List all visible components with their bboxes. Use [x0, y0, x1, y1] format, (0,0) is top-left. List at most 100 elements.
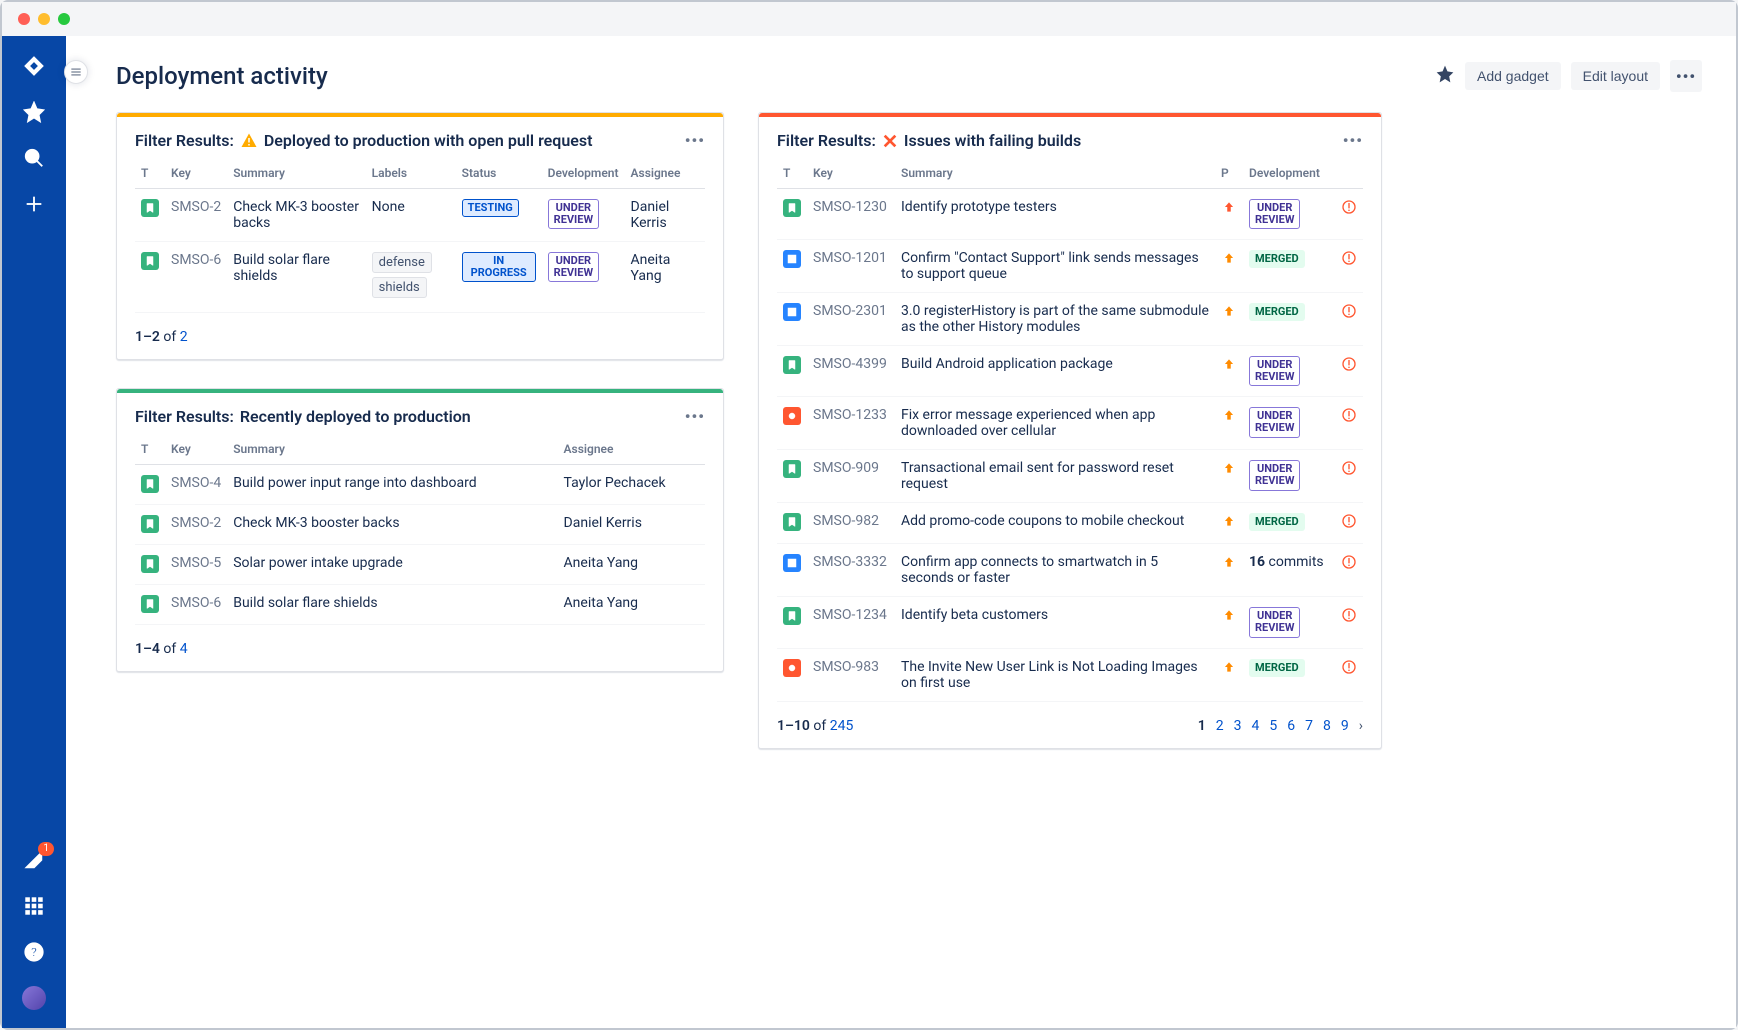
issue-summary[interactable]: Identify prototype testers: [895, 189, 1215, 240]
next-page-icon[interactable]: ›: [1359, 718, 1363, 734]
table-row[interactable]: SMSO-6 Build solar flare shields Aneita …: [135, 585, 705, 625]
issue-key[interactable]: SMSO-1230: [807, 189, 895, 240]
issue-summary[interactable]: Fix error message experienced when app d…: [895, 397, 1215, 450]
table-row[interactable]: SMSO-982 Add promo-code coupons to mobil…: [777, 503, 1363, 544]
issue-summary[interactable]: Confirm app connects to smartwatch in 5 …: [895, 544, 1215, 597]
issue-key[interactable]: SMSO-3332: [807, 544, 895, 597]
maximize-window-icon[interactable]: [58, 13, 70, 25]
page-number[interactable]: 3: [1234, 718, 1242, 734]
table-row[interactable]: SMSO-2 Check MK-3 booster backs Daniel K…: [135, 505, 705, 545]
table-row[interactable]: SMSO-4 Build power input range into dash…: [135, 465, 705, 505]
sidebar-collapse-button[interactable]: [64, 60, 88, 84]
priority-major-icon: [1221, 407, 1237, 423]
page-number[interactable]: 6: [1287, 718, 1295, 734]
issue-key[interactable]: SMSO-6: [165, 242, 227, 313]
table-row[interactable]: SMSO-6 Build solar flare shields defense…: [135, 242, 705, 313]
app-switcher-icon[interactable]: [22, 894, 46, 918]
issue-key[interactable]: SMSO-1234: [807, 597, 895, 648]
edit-layout-button[interactable]: Edit layout: [1571, 62, 1660, 90]
issue-key[interactable]: SMSO-1233: [807, 397, 895, 450]
more-actions-button[interactable]: •••: [1670, 60, 1702, 92]
col-key: Key: [165, 158, 227, 189]
issue-key[interactable]: SMSO-2: [165, 505, 227, 545]
panel-more-button[interactable]: •••: [685, 407, 705, 426]
issue-summary[interactable]: Add promo-code coupons to mobile checkou…: [895, 503, 1215, 544]
table-row[interactable]: SMSO-1230 Identify prototype testers UND…: [777, 189, 1363, 240]
issue-key[interactable]: SMSO-909: [807, 450, 895, 503]
story-type-icon: [783, 607, 801, 625]
col-summary: Summary: [227, 434, 557, 465]
issue-key[interactable]: SMSO-2301: [807, 293, 895, 346]
table-row[interactable]: SMSO-1234 Identify beta customers UNDERR…: [777, 597, 1363, 648]
page-number[interactable]: 5: [1269, 718, 1277, 734]
issue-summary[interactable]: Build solar flare shields: [227, 242, 365, 313]
panel-open-pull-requests: Filter Results: Deployed to production w…: [116, 112, 724, 360]
table-row[interactable]: SMSO-1201 Confirm "Contact Support" link…: [777, 240, 1363, 293]
issue-key[interactable]: SMSO-5: [165, 545, 227, 585]
label-chip[interactable]: defense: [372, 252, 432, 273]
issue-summary[interactable]: Confirm "Contact Support" link sends mes…: [895, 240, 1215, 293]
issue-key[interactable]: SMSO-1201: [807, 240, 895, 293]
search-icon[interactable]: [22, 146, 46, 170]
minimize-window-icon[interactable]: [38, 13, 50, 25]
panel-title-suffix: Issues with failing builds: [904, 131, 1081, 150]
page-number[interactable]: 1: [1198, 718, 1206, 734]
page-number[interactable]: 2: [1216, 718, 1224, 734]
issue-key[interactable]: SMSO-4399: [807, 346, 895, 397]
avatar[interactable]: [22, 986, 46, 1010]
table-row[interactable]: SMSO-983 The Invite New User Link is Not…: [777, 648, 1363, 701]
panel-more-button[interactable]: •••: [685, 131, 705, 150]
total-link[interactable]: 2: [180, 329, 188, 345]
table-row[interactable]: SMSO-1233 Fix error message experienced …: [777, 397, 1363, 450]
table-row[interactable]: SMSO-2301 3.0 registerHistory is part of…: [777, 293, 1363, 346]
help-icon[interactable]: ?: [22, 940, 46, 964]
notifications-icon[interactable]: [22, 848, 46, 872]
commits-count: 16 commits: [1249, 554, 1324, 570]
issue-summary[interactable]: Check MK-3 booster backs: [227, 189, 365, 242]
label-chip[interactable]: shields: [372, 277, 427, 298]
panel-recently-deployed: Filter Results: Recently deployed to pro…: [116, 388, 724, 672]
task-type-icon: [783, 554, 801, 572]
close-window-icon[interactable]: [18, 13, 30, 25]
total-link[interactable]: 245: [830, 718, 854, 734]
priority-major-icon: [1221, 250, 1237, 266]
table-row[interactable]: SMSO-4399 Build Android application pack…: [777, 346, 1363, 397]
star-icon[interactable]: [22, 100, 46, 124]
issue-summary[interactable]: Identify beta customers: [895, 597, 1215, 648]
assignee-name: Taylor Pechacek: [558, 465, 705, 505]
col-summary: Summary: [895, 158, 1215, 189]
table-row[interactable]: SMSO-2 Check MK-3 booster backs None TES…: [135, 189, 705, 242]
issue-key[interactable]: SMSO-4: [165, 465, 227, 505]
table-row[interactable]: SMSO-5 Solar power intake upgrade Aneita…: [135, 545, 705, 585]
table-row[interactable]: SMSO-909 Transactional email sent for pa…: [777, 450, 1363, 503]
star-dashboard-button[interactable]: [1435, 64, 1455, 88]
issue-key[interactable]: SMSO-2: [165, 189, 227, 242]
total-link[interactable]: 4: [180, 641, 188, 657]
add-gadget-button[interactable]: Add gadget: [1465, 62, 1561, 90]
panel-more-button[interactable]: •••: [1343, 131, 1363, 150]
issue-summary[interactable]: 3.0 registerHistory is part of the same …: [895, 293, 1215, 346]
build-error-icon: [1341, 307, 1357, 323]
page-number[interactable]: 7: [1305, 718, 1313, 734]
issue-summary[interactable]: Build solar flare shields: [227, 585, 557, 625]
issue-summary[interactable]: Build Android application package: [895, 346, 1215, 397]
priority-major-icon: [1221, 607, 1237, 623]
issue-summary[interactable]: Transactional email sent for password re…: [895, 450, 1215, 503]
issue-summary[interactable]: Check MK-3 booster backs: [227, 505, 557, 545]
col-type: T: [135, 434, 165, 465]
page-number[interactable]: 9: [1341, 718, 1349, 734]
issue-key[interactable]: SMSO-6: [165, 585, 227, 625]
global-sidebar: ?: [2, 36, 66, 1028]
issue-key[interactable]: SMSO-982: [807, 503, 895, 544]
page-number[interactable]: 8: [1323, 718, 1331, 734]
create-icon[interactable]: [22, 192, 46, 216]
issue-summary[interactable]: The Invite New User Link is Not Loading …: [895, 648, 1215, 701]
jira-logo-icon[interactable]: [22, 54, 46, 78]
page-number[interactable]: 4: [1252, 718, 1260, 734]
issue-summary[interactable]: Build power input range into dashboard: [227, 465, 557, 505]
table-row[interactable]: SMSO-3332 Confirm app connects to smartw…: [777, 544, 1363, 597]
issue-key[interactable]: SMSO-983: [807, 648, 895, 701]
assignee-name: Aneita Yang: [558, 585, 705, 625]
issue-summary[interactable]: Solar power intake upgrade: [227, 545, 557, 585]
story-type-icon: [783, 513, 801, 531]
